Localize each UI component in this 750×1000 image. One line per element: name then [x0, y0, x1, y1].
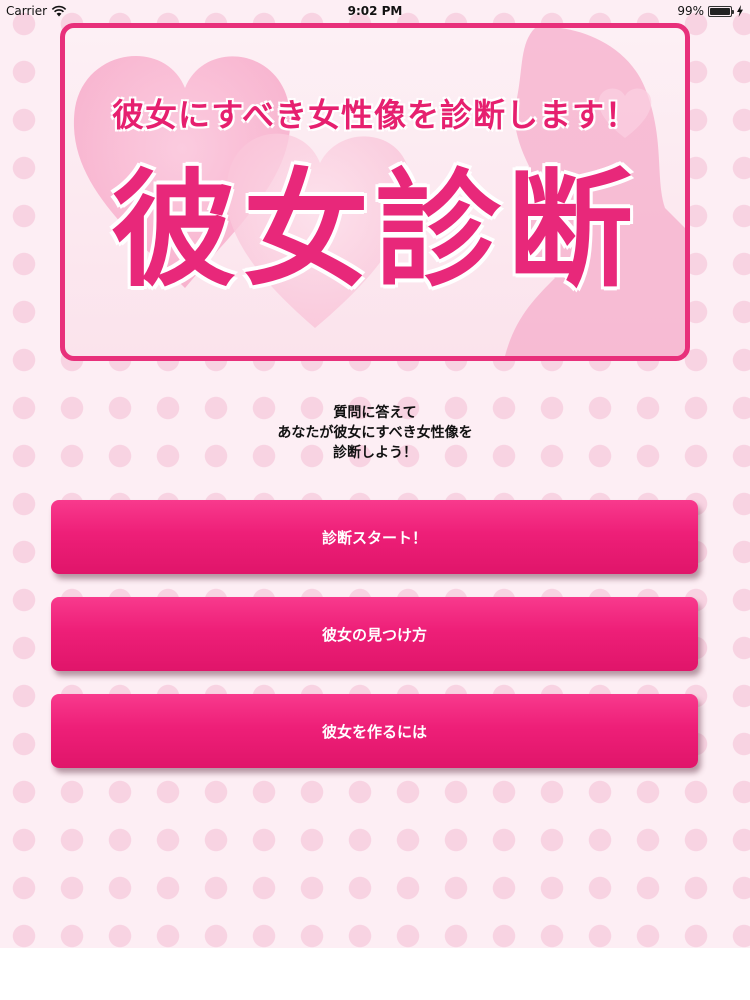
carrier-label: Carrier [6, 4, 48, 18]
charging-bolt-icon [737, 5, 743, 17]
banner-title: 彼女診断 [111, 157, 639, 304]
how-to-find-girlfriend-button[interactable]: 彼女の見つけ方 [51, 597, 698, 671]
intro-line-3: 診断しよう！ [333, 445, 417, 461]
how-to-get-girlfriend-button[interactable]: 彼女を作るには [51, 694, 698, 768]
battery-icon [708, 5, 734, 17]
intro-line-2: あなたが彼女にすべき女性像を [277, 425, 473, 441]
status-bar: Carrier 99% [0, 0, 750, 22]
status-right: 99% [677, 4, 744, 18]
wifi-icon [51, 5, 67, 17]
bottom-white-area [0, 948, 750, 1000]
battery-percent: 99% [677, 4, 704, 18]
app-screen: Carrier 99% 9:02 PM 彼女にすべき女性像を診断します！ 彼女診… [0, 0, 750, 1000]
intro-line-1: 質問に答えて [333, 405, 417, 421]
status-left: Carrier [6, 4, 67, 18]
banner-subtitle: 彼女にすべき女性像を診断します！ [111, 96, 639, 134]
start-diagnosis-button[interactable]: 診断スタート！ [51, 500, 698, 574]
intro-text: 質問に答えて あなたが彼女にすべき女性像を 診断しよう！ [0, 403, 750, 463]
hero-banner: 彼女にすべき女性像を診断します！ 彼女診断 [60, 23, 690, 361]
